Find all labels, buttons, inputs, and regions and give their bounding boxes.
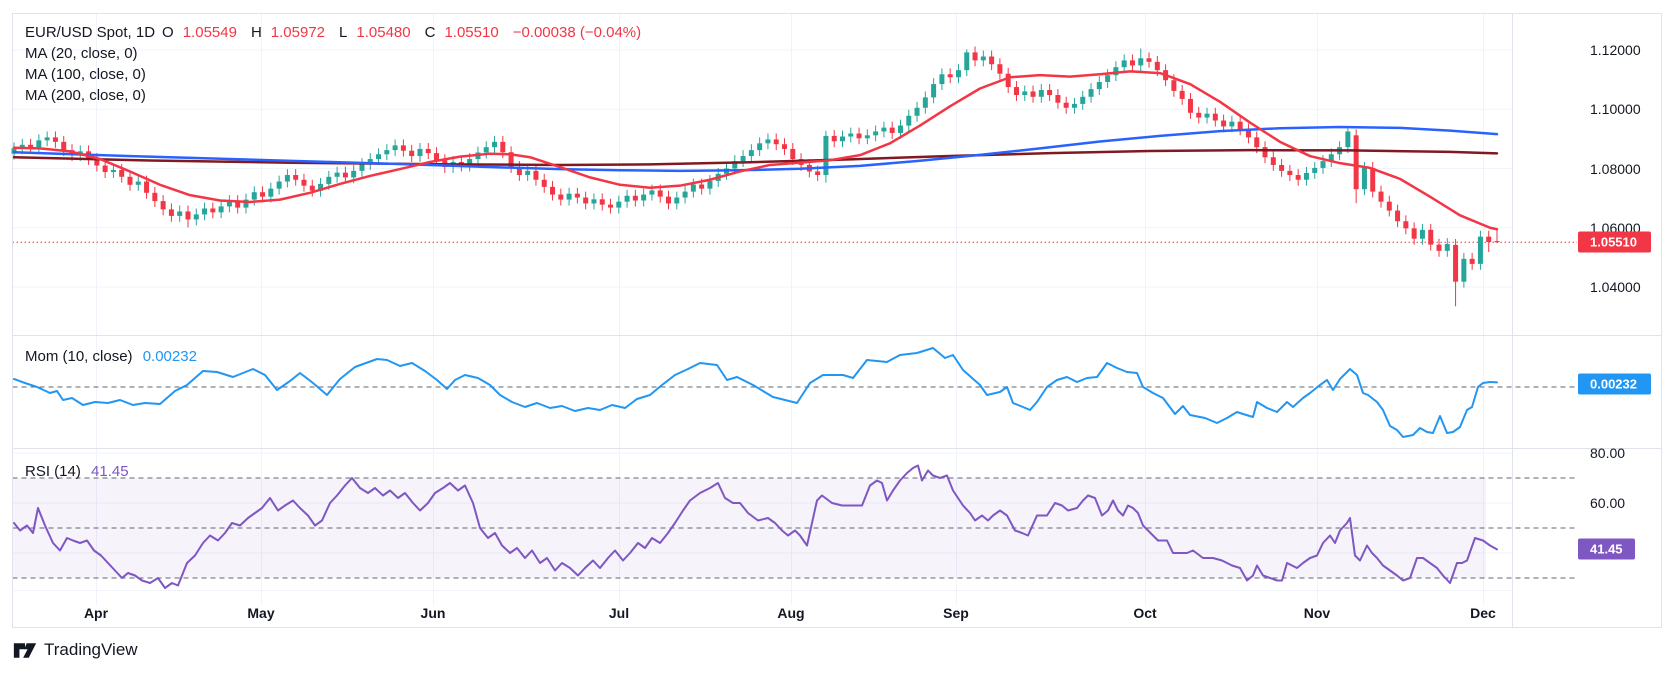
last-price-badge: 1.05510 (1578, 231, 1651, 253)
month-label: Jun (420, 605, 446, 621)
momentum-value: 0.00232 (142, 348, 197, 365)
symbol-legend-row[interactable]: EUR/USD Spot, 1D O 1.05549 H 1.05972 L 1.05480… (25, 22, 648, 43)
tradingview-logo-text: TradingView (44, 640, 138, 659)
month-label: Dec (1470, 605, 1496, 621)
ma100-legend[interactable]: MA (100, close, 0) (25, 64, 648, 85)
ohlc-open: O 1.05549 (162, 24, 237, 41)
month-label: Aug (777, 605, 805, 621)
momentum-legend[interactable]: Mom (10, close) 0.00232 (25, 346, 197, 367)
ohlc-close: C 1.05510 (424, 24, 499, 41)
tradingview-chart: { "header": { "symbol_title": "EUR/USD S… (0, 0, 1674, 674)
momentum-label: Mom (10, close) (25, 348, 133, 365)
price-tick-label: 1.04000 (1590, 279, 1641, 295)
price-tick-label: 1.12000 (1590, 42, 1641, 58)
ohlc-low: L 1.05480 (339, 24, 411, 41)
price-tick-label: 1.10000 (1590, 101, 1641, 118)
month-label: Nov (1303, 605, 1331, 621)
rsi-legend[interactable]: RSI (14) 41.45 (25, 461, 129, 482)
month-label: Apr (83, 605, 109, 621)
rsi-value: 41.45 (91, 463, 129, 480)
month-label: Jul (608, 605, 630, 621)
change-text: −0.00038 (−0.04%) (512, 24, 642, 41)
chart-legend: EUR/USD Spot, 1D O 1.05549 H 1.05972 L 1.05480… (25, 22, 648, 106)
ma20-legend[interactable]: MA (20, close, 0) (25, 43, 648, 64)
rsi-value-badge: 41.45 (1578, 538, 1635, 560)
symbol-title: EUR/USD Spot, 1D (25, 24, 156, 41)
month-label: Sep (943, 605, 969, 621)
rsi-tick-label: 80.00 (1590, 445, 1626, 461)
month-label: May (247, 605, 275, 621)
time-axis[interactable] (13, 591, 1512, 627)
tradingview-logo-icon (13, 642, 37, 658)
rsi-label: RSI (14) (25, 463, 81, 480)
ma200-legend[interactable]: MA (200, close, 0) (25, 85, 648, 106)
month-label: Oct (1133, 605, 1157, 621)
tradingview-logo[interactable]: TradingView (13, 640, 138, 660)
price-tick-label: 1.08000 (1590, 160, 1641, 177)
chart-stage: EUR/USD Spot, 1D O 1.05549 H 1.05972 L 1.05480… (0, 0, 1674, 674)
rsi-tick-label: 60.00 (1590, 495, 1626, 511)
momentum-value-badge: 0.00232 (1578, 373, 1651, 395)
ohlc-high: H 1.05972 (250, 24, 326, 41)
